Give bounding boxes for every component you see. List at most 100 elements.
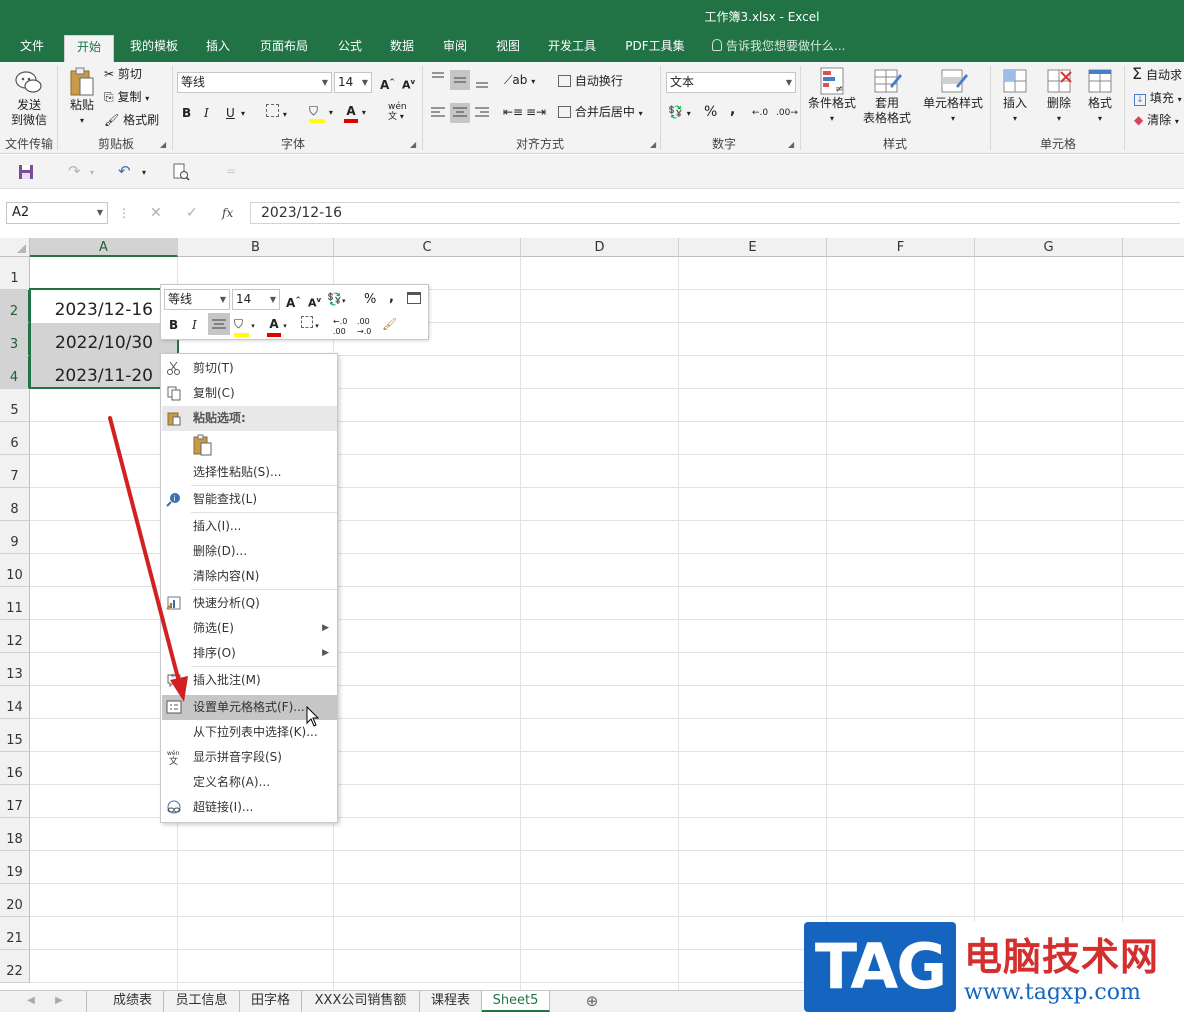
italic-button[interactable]: I (204, 105, 209, 121)
undo-dropdown[interactable]: ▾ (142, 165, 146, 181)
mini-increase-decimal-button[interactable]: ←.0.00 (333, 317, 347, 337)
row-header-20[interactable]: 20 (0, 884, 30, 917)
row-header-13[interactable]: 13 (0, 653, 30, 686)
mini-percent-button[interactable]: % (364, 291, 376, 309)
tab-page-layout[interactable]: 页面布局 (252, 35, 316, 62)
row-header-14[interactable]: 14 (0, 686, 30, 719)
paste-button[interactable]: 粘贴 ▾ (62, 66, 102, 128)
wrap-text-button[interactable]: 自动换行 (558, 73, 623, 89)
mini-format-painter-button[interactable]: 🖌 (382, 315, 397, 333)
send-to-wechat-button[interactable]: 发送 到微信 (6, 68, 52, 128)
copy-button[interactable]: ⎘ 复制 ▾ (104, 89, 149, 107)
sheet-tab-employees[interactable]: 员工信息 (164, 991, 240, 1012)
formula-bar-handle[interactable]: ⋮ (118, 205, 130, 221)
decrease-indent-button[interactable]: ⇤≡ (503, 104, 523, 120)
menu-item-18[interactable]: 超链接(I)... (162, 795, 337, 820)
cell-styles-button[interactable]: 单元格样式 ▾ (918, 66, 988, 126)
conditional-format-button[interactable]: ≠ 条件格式 ▾ (804, 66, 860, 126)
cell-a2[interactable]: 2023/12-16 (31, 290, 177, 322)
sheet-tab-scores[interactable]: 成绩表 (102, 991, 164, 1012)
menu-item-11[interactable]: 筛选(E) ▶ (162, 616, 337, 641)
vertical-align-icons[interactable] (428, 70, 494, 90)
number-launcher-icon[interactable]: ◢ (788, 140, 794, 149)
mini-fill-color-button[interactable]: ⛉ ▾ (234, 315, 255, 337)
shrink-font-button[interactable]: Av (402, 74, 415, 94)
name-box[interactable]: A2 ▼ (6, 202, 108, 224)
tab-pdf-tools[interactable]: PDF工具集 (618, 35, 692, 62)
row-header-16[interactable]: 16 (0, 752, 30, 785)
mini-number-format-button[interactable]: 💱▾ (327, 290, 345, 310)
menu-item-2[interactable]: 复制(C) (162, 381, 337, 406)
insert-cells-button[interactable]: 插入 ▾ (994, 66, 1036, 126)
menu-item-12[interactable]: 排序(O) ▶ (162, 641, 337, 666)
row-header-22[interactable]: 22 (0, 950, 30, 983)
column-header-f[interactable]: F (827, 238, 975, 257)
column-header-g[interactable]: G (975, 238, 1123, 257)
customize-qat-icon[interactable]: = (226, 163, 236, 179)
tab-developer[interactable]: 开发工具 (540, 35, 604, 62)
enter-icon[interactable]: ✓ (186, 205, 198, 221)
delete-cells-button[interactable]: 删除 ▾ (1038, 66, 1080, 126)
sheet-tab-grid[interactable]: 田字格 (240, 991, 302, 1012)
cancel-icon[interactable]: ✕ (150, 205, 162, 221)
grow-font-button[interactable]: A^ (380, 74, 395, 93)
menu-item-17[interactable]: 定义名称(A)... (162, 770, 337, 795)
mini-decrease-decimal-button[interactable]: .00 →.0 (357, 317, 371, 337)
currency-button[interactable]: 💱 ▾ (668, 104, 691, 122)
menu-item-9[interactable]: 清除内容(N) (162, 564, 337, 589)
new-sheet-button[interactable]: ⊕ (578, 991, 606, 1012)
formula-input[interactable]: 2023/12-16 (250, 202, 1180, 224)
mini-size-combo[interactable]: 14 ▼ (232, 289, 280, 310)
alignment-launcher-icon[interactable]: ◢ (650, 140, 656, 149)
column-header-e[interactable]: E (679, 238, 827, 257)
menu-item-8[interactable]: 删除(D)... (162, 539, 337, 564)
mini-format-table-button[interactable] (407, 291, 421, 309)
row-header-1[interactable]: 1 (0, 257, 30, 290)
undo-icon[interactable]: ↶ (118, 163, 131, 179)
orientation-button[interactable]: ⟋ab ▾ (504, 72, 535, 90)
save-icon[interactable] (18, 164, 34, 180)
redo-icon[interactable]: ↷ (68, 163, 81, 179)
tab-home[interactable]: 开始 (64, 35, 114, 62)
clear-button[interactable]: ◆ 清除 ▾ (1134, 112, 1179, 130)
increase-decimal-button[interactable]: ←.0 (752, 105, 768, 121)
menu-item-1[interactable]: 剪切(T) (162, 356, 337, 381)
tab-data[interactable]: 数据 (382, 35, 422, 62)
scroll-right-icon[interactable]: ▶ (48, 991, 70, 1012)
clipboard-launcher-icon[interactable]: ◢ (160, 140, 166, 149)
row-header-6[interactable]: 6 (0, 422, 30, 455)
tell-me-search[interactable]: 告诉我您想要做什么... (712, 35, 845, 57)
cell-a4[interactable]: 2023/11-20 (31, 356, 177, 388)
comma-button[interactable]: , (730, 102, 735, 118)
fill-color-button[interactable]: ⛉ ▾ (309, 103, 333, 123)
underline-button[interactable]: U (226, 105, 235, 121)
sheet-tab-timetable[interactable]: 课程表 (420, 991, 482, 1012)
row-header-19[interactable]: 19 (0, 851, 30, 884)
bold-button[interactable]: B (182, 105, 191, 121)
autosum-button[interactable]: Σ 自动求 (1132, 66, 1182, 83)
tab-file[interactable]: 文件 (12, 35, 52, 62)
scroll-left-icon[interactable]: ◀ (20, 991, 42, 1012)
increase-indent-button[interactable]: ≡⇥ (526, 104, 546, 120)
row-header-15[interactable]: 15 (0, 719, 30, 752)
underline-dropdown[interactable]: ▾ (241, 106, 245, 122)
mini-grow-font-button[interactable]: A^ (286, 291, 301, 312)
row-header-2[interactable]: 2 (0, 290, 30, 323)
menu-item-6[interactable]: i 智能查找(L) (162, 487, 337, 512)
menu-item-5[interactable]: 选择性粘贴(S)... (162, 460, 337, 485)
merge-center-button[interactable]: 合并后居中 ▾ (558, 104, 643, 122)
font-name-combo[interactable]: 等线 ▼ (177, 72, 332, 93)
menu-item-7[interactable]: 插入(I)... (162, 514, 337, 539)
number-format-combo[interactable]: 文本 ▼ (666, 72, 796, 93)
menu-item-10[interactable]: 快速分析(Q) (162, 591, 337, 616)
menu-item-13[interactable]: + 插入批注(M) (162, 668, 337, 693)
font-color-button[interactable]: A ▾ (344, 103, 366, 123)
menu-item-16[interactable]: wén 文显示拼音字段(S) (162, 745, 337, 770)
fill-button[interactable]: ↓ 填充 ▾ (1134, 90, 1182, 108)
font-launcher-icon[interactable]: ◢ (410, 140, 416, 149)
mini-italic-button[interactable]: I (192, 316, 197, 334)
border-button[interactable]: ▾ (266, 104, 287, 123)
cut-button[interactable]: ✂ 剪切 (104, 66, 142, 82)
font-size-combo[interactable]: 14 ▼ (334, 72, 372, 93)
tab-insert[interactable]: 插入 (198, 35, 238, 62)
